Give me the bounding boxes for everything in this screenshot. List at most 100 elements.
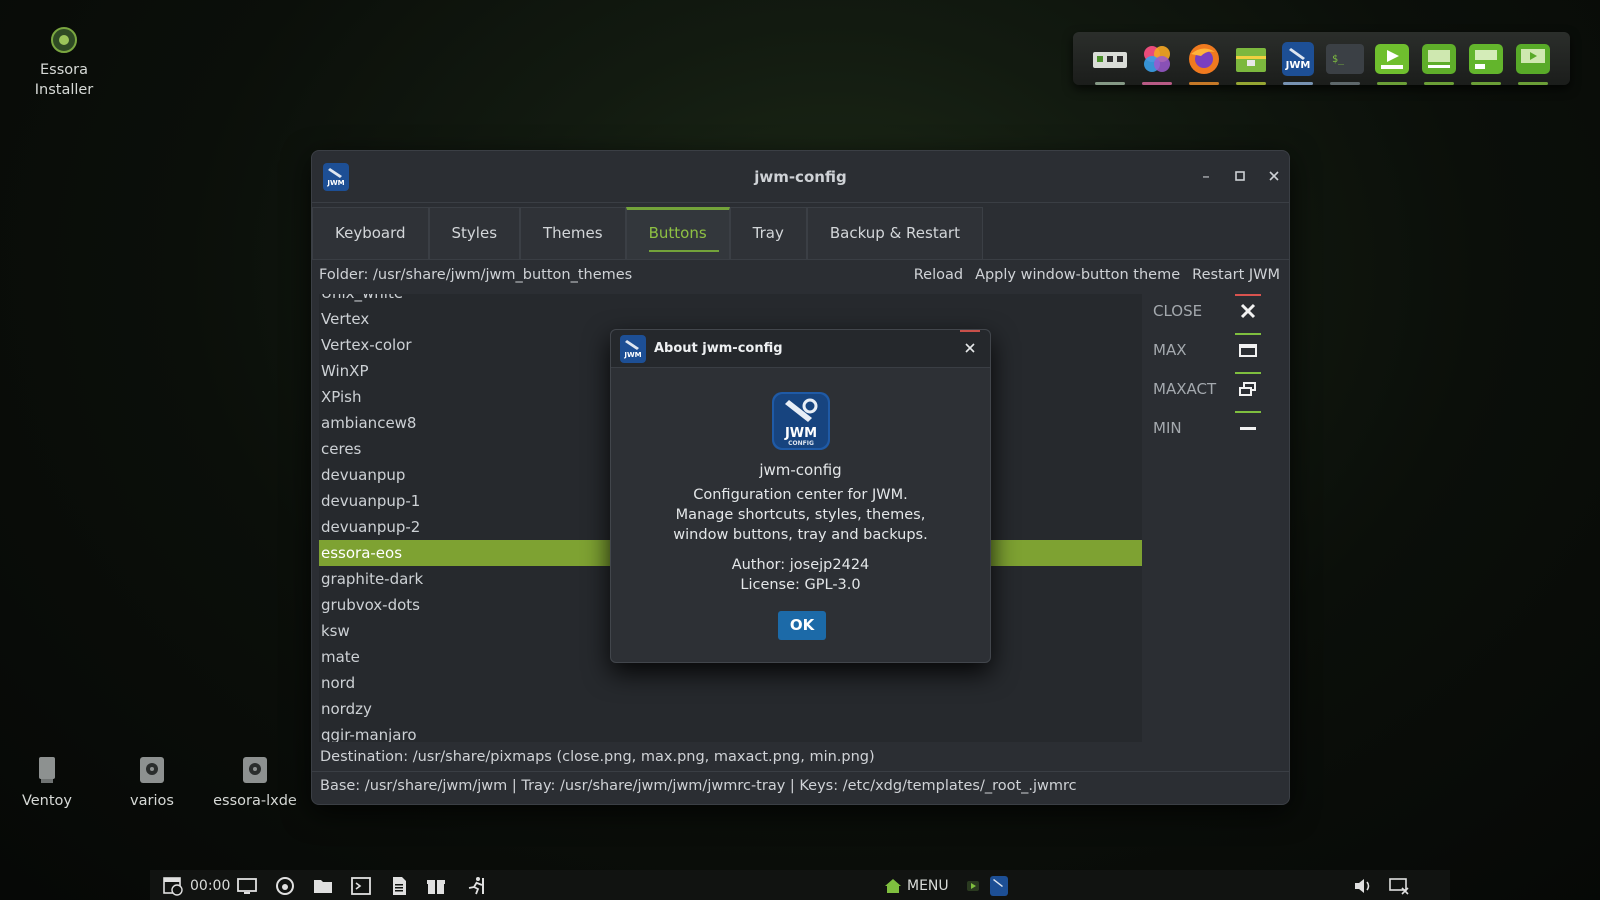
oply-radio-icon xyxy=(1422,43,1456,74)
text-editor-launcher[interactable] xyxy=(389,875,409,897)
desktop-icon-label: varios xyxy=(130,793,174,809)
dock-jwm-config-launcher[interactable]: JWM xyxy=(1277,40,1319,85)
maxact-accent-line xyxy=(1235,372,1261,374)
dock-archive-launcher[interactable] xyxy=(1230,40,1272,85)
preview-maxact-label: MAXACT xyxy=(1153,380,1217,398)
volume-control[interactable] xyxy=(1353,875,1373,897)
usb-drive-icon xyxy=(39,757,55,783)
document-icon xyxy=(393,877,406,895)
about-dialog-title: About jwm-config xyxy=(654,341,783,356)
tab-styles[interactable]: Styles xyxy=(428,207,521,260)
menu-button[interactable]: MENU xyxy=(884,875,949,897)
home-icon xyxy=(885,879,901,893)
about-close-button[interactable] xyxy=(960,338,980,358)
firefox-icon xyxy=(276,877,294,895)
destination-info: Destination: /usr/share/pixmaps (close.p… xyxy=(312,745,1289,772)
about-license: License: GPL-3.0 xyxy=(740,577,861,593)
apply-theme-button[interactable]: Apply window-button theme xyxy=(975,267,1180,283)
menu-label: MENU xyxy=(907,878,949,894)
tab-tray[interactable]: Tray xyxy=(729,207,807,260)
dock-oply-video-launcher[interactable] xyxy=(1512,40,1554,85)
logout-launcher[interactable] xyxy=(465,875,487,897)
archive-icon xyxy=(1236,47,1266,72)
dock-oply-launcher[interactable] xyxy=(1371,40,1413,85)
tab-keyboard[interactable]: Keyboard xyxy=(312,207,429,260)
clock-widget[interactable]: 00:00 xyxy=(162,875,230,897)
package-launcher[interactable] xyxy=(426,875,446,897)
desktop-icon-varios[interactable]: varios xyxy=(102,755,202,811)
preview-close-row: CLOSE xyxy=(1153,294,1283,333)
browser-launcher[interactable] xyxy=(275,875,295,897)
list-item[interactable]: qgir-manjaro xyxy=(319,722,1142,742)
task-oply[interactable] xyxy=(965,875,981,897)
terminal-launcher[interactable] xyxy=(351,875,371,897)
about-desc-line: window buttons, tray and backups. xyxy=(673,527,928,543)
oply-video-icon xyxy=(1516,43,1550,74)
dock-color-launcher[interactable] xyxy=(1136,40,1178,85)
color-palette-icon xyxy=(1144,45,1170,72)
speaker-icon xyxy=(1355,879,1370,893)
dock-oply-control-launcher[interactable] xyxy=(1465,40,1507,85)
close-icon xyxy=(965,343,975,353)
window-titlebar[interactable]: JWM jwm-config – xyxy=(312,151,1289,203)
hard-drive-icon xyxy=(140,757,164,783)
about-author: Author: josejp2424 xyxy=(731,557,870,573)
network-status[interactable] xyxy=(1389,875,1409,897)
jwm-config-icon xyxy=(990,876,1008,896)
about-app-name: jwm-config xyxy=(759,461,842,479)
firefox-icon xyxy=(1189,43,1219,74)
desktop-icon-essora-installer[interactable]: Essora Installer xyxy=(14,26,114,100)
file-manager-launcher[interactable] xyxy=(313,875,333,897)
preview-maxact-row: MAXACT xyxy=(1153,372,1283,411)
folder-bar: Folder: /usr/share/jwm/jwm_button_themes… xyxy=(319,267,1280,289)
maximize-button[interactable] xyxy=(1230,166,1250,186)
dock-terminal-launcher[interactable]: $_ xyxy=(1324,40,1366,85)
restart-jwm-button[interactable]: Restart JWM xyxy=(1192,267,1280,283)
about-dialog: JWM About jwm-config JWM CONFIG jwm-conf… xyxy=(610,329,991,663)
desktop-icon-label: essora-lxde xyxy=(213,793,297,809)
svg-text:JWM: JWM xyxy=(623,351,641,359)
about-dialog-titlebar[interactable]: JWM About jwm-config xyxy=(611,330,990,368)
about-desc-line: Manage shortcuts, styles, themes, xyxy=(675,507,926,523)
dock-network-launcher[interactable] xyxy=(1089,40,1131,85)
maximize-icon xyxy=(1235,171,1245,181)
close-icon xyxy=(1269,171,1279,181)
dock-firefox-launcher[interactable] xyxy=(1183,40,1225,85)
about-description: Configuration center for JWM. Manage sho… xyxy=(611,485,990,545)
ok-button[interactable]: OK xyxy=(778,611,826,640)
logo-subtext: CONFIG xyxy=(788,440,814,447)
desktop-icon-ventoy[interactable]: Ventoy xyxy=(0,755,97,811)
about-desc-line: Configuration center for JWM. xyxy=(693,487,908,503)
jwm-config-icon: JWM xyxy=(1282,41,1314,76)
jwm-config-icon: JWM xyxy=(620,335,646,363)
min-accent-line xyxy=(1235,411,1261,413)
list-item[interactable]: nordzy xyxy=(319,696,1142,722)
list-item[interactable]: nord xyxy=(319,670,1142,696)
task-jwm-config[interactable] xyxy=(990,875,1008,897)
taskbar: 00:00 MENU xyxy=(150,870,1450,900)
network-icon xyxy=(1093,51,1127,68)
button-preview-panel: CLOSE MAX MAXACT MIN xyxy=(1153,294,1283,450)
close-button[interactable] xyxy=(1264,166,1284,186)
reload-button[interactable]: Reload xyxy=(914,267,963,283)
tab-backup-restart[interactable]: Backup & Restart xyxy=(806,207,983,260)
dock-oply-radio-launcher[interactable] xyxy=(1418,40,1460,85)
terminal-icon xyxy=(351,877,371,895)
svg-text:$_: $_ xyxy=(1332,54,1345,65)
preview-close-label: CLOSE xyxy=(1153,302,1203,320)
restore-icon xyxy=(1239,382,1256,396)
show-desktop-button[interactable] xyxy=(237,875,257,897)
network-disconnected-icon xyxy=(1389,878,1409,895)
base-info: Base: /usr/share/jwm/jwm | Tray: /usr/sh… xyxy=(320,778,1077,794)
preview-min-label: MIN xyxy=(1153,419,1182,437)
tab-buttons[interactable]: Buttons xyxy=(625,207,730,260)
tab-themes[interactable]: Themes xyxy=(520,207,626,260)
desktop-icon-essora-lxde[interactable]: essora-lxde xyxy=(205,755,305,811)
tab-divider xyxy=(312,259,1289,260)
gift-box-icon xyxy=(427,880,445,894)
desktop-icon-label: Ventoy xyxy=(21,793,73,809)
preview-max-row: MAX xyxy=(1153,333,1283,372)
minimize-button[interactable]: – xyxy=(1196,166,1216,186)
list-item[interactable]: Unix_white xyxy=(319,294,1142,306)
clock-time: 00:00 xyxy=(190,878,231,894)
